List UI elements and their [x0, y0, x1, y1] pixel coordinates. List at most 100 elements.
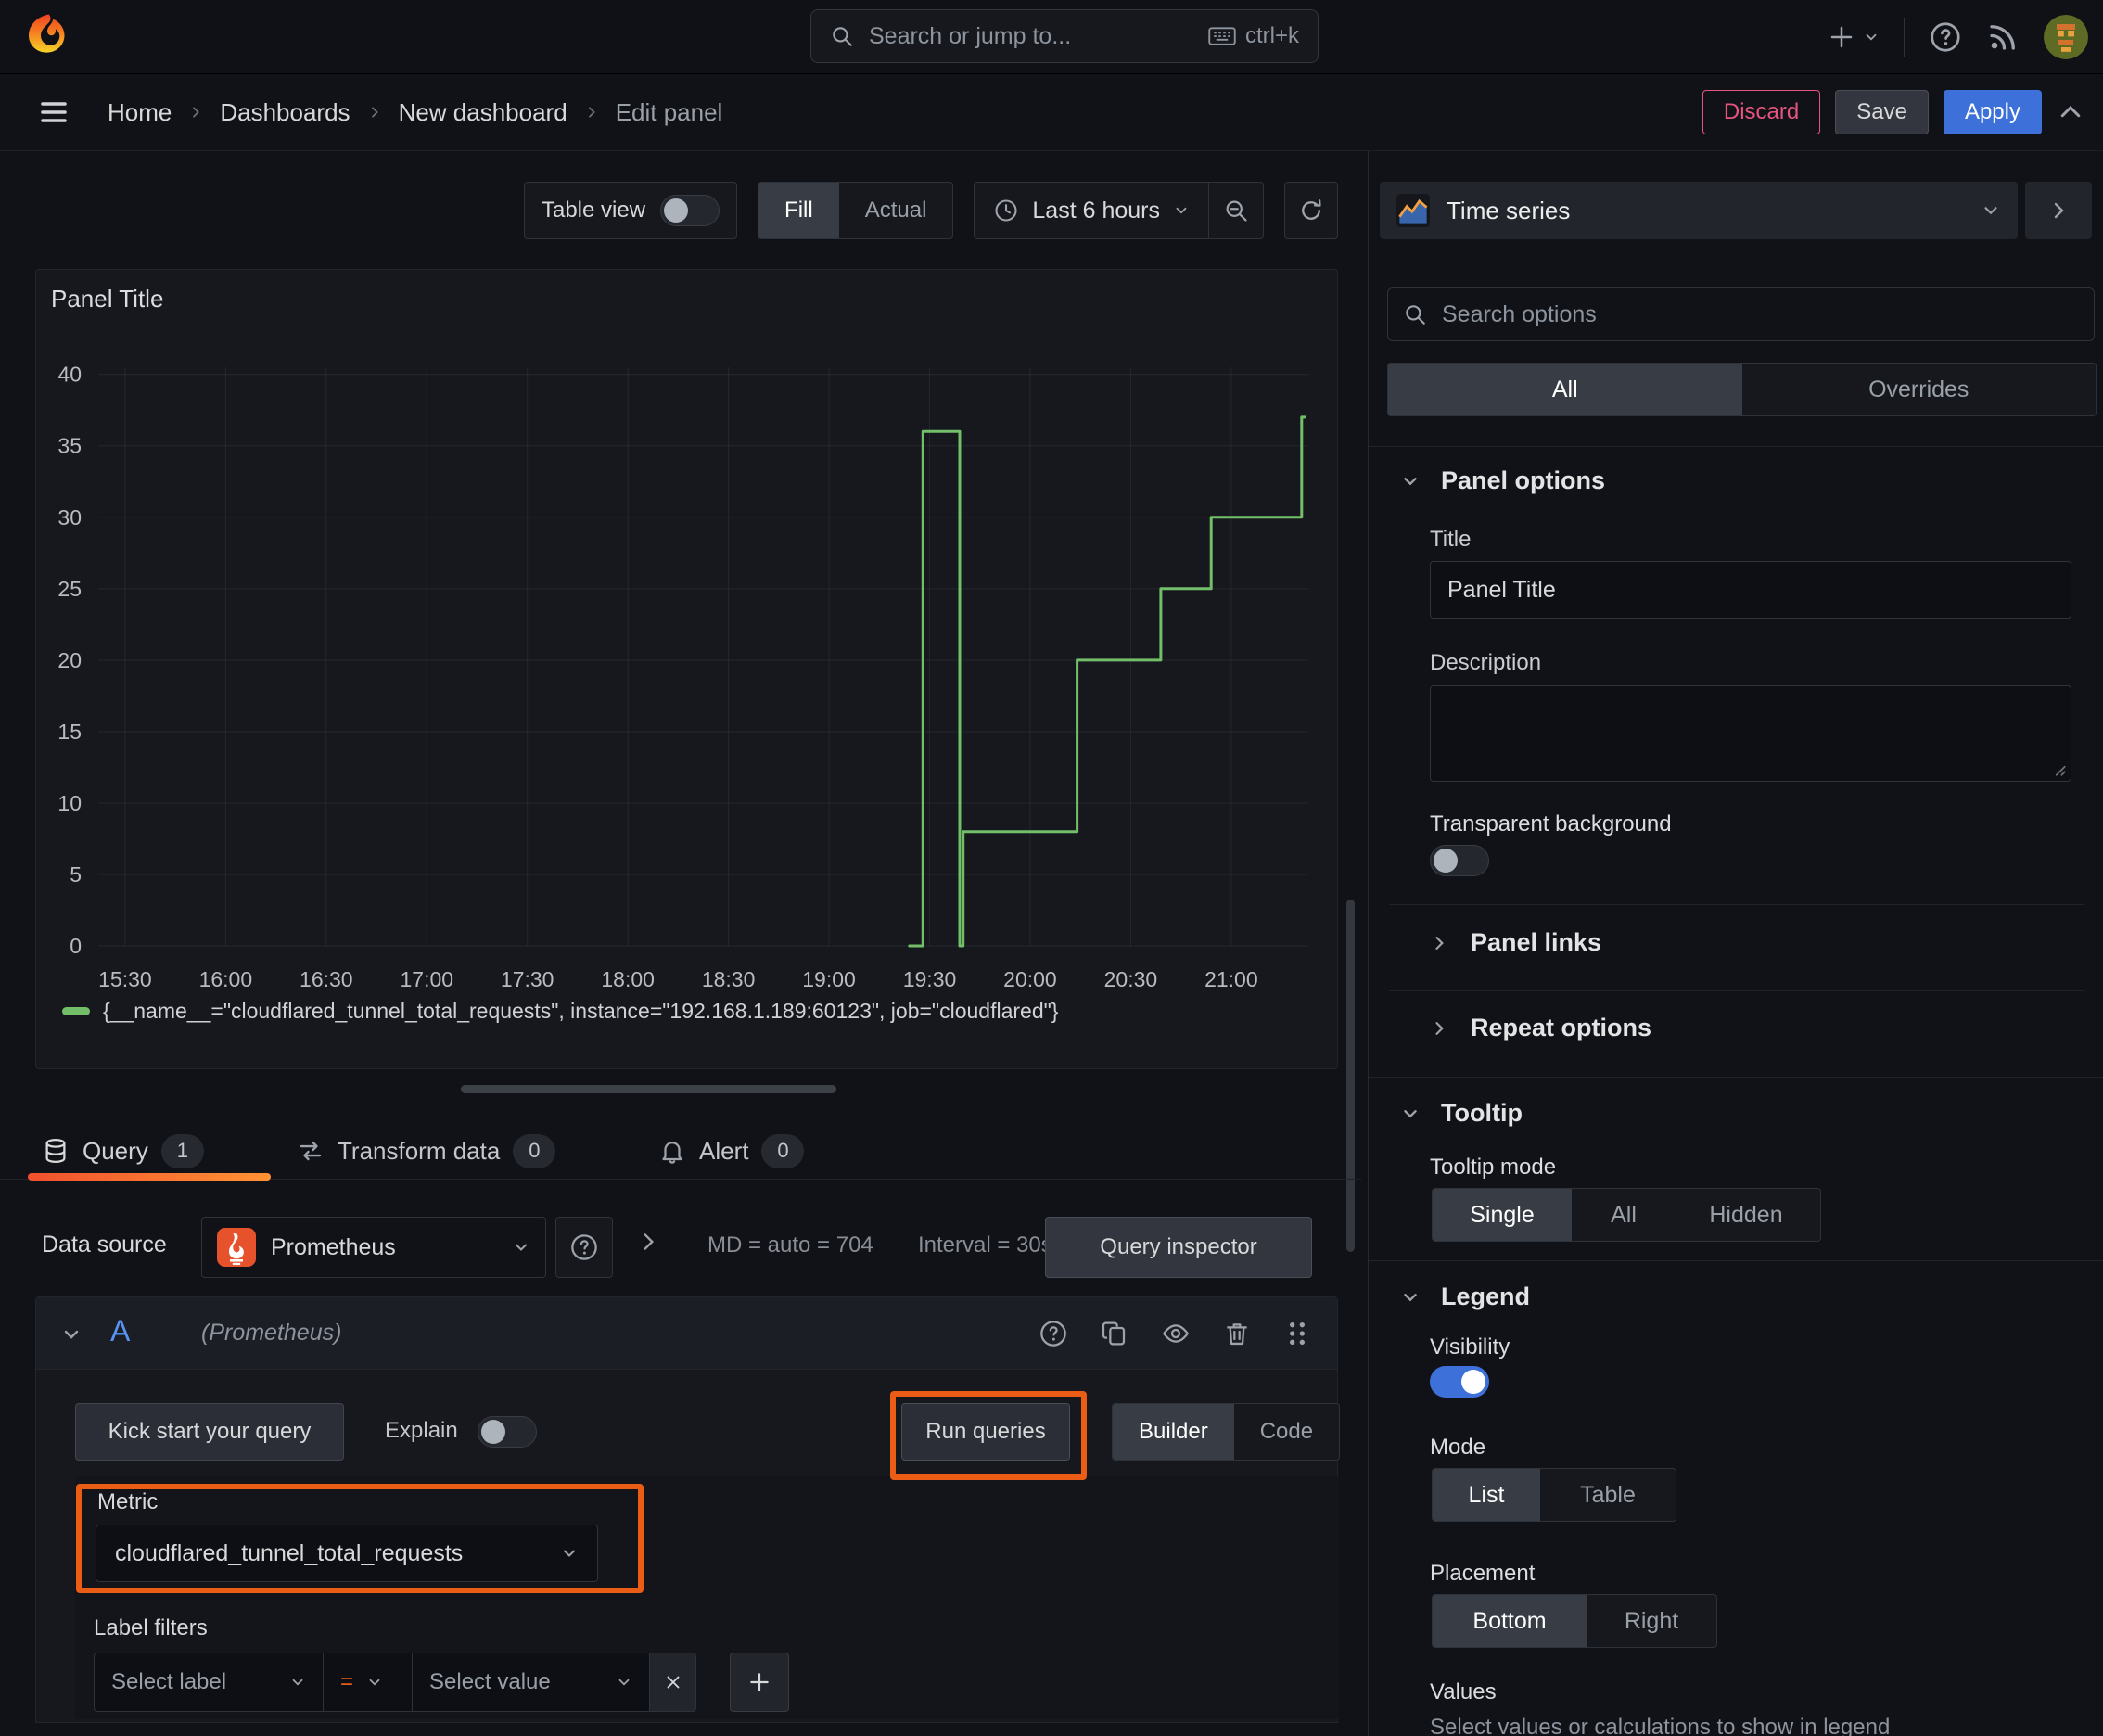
time-series-chart[interactable]: 0 5 10 15 20 25 30 35 40 15:30 16:00 16:30 17:00 17:3… — [36, 326, 1339, 989]
description-textarea[interactable] — [1430, 685, 2071, 782]
zoom-out-button[interactable] — [1209, 182, 1263, 239]
apply-button[interactable]: Apply — [1943, 90, 2042, 134]
menu-icon[interactable] — [37, 96, 70, 129]
metric-select[interactable]: cloudflared_tunnel_total_requests — [96, 1525, 598, 1582]
breadcrumb-new-dashboard[interactable]: New dashboard — [399, 98, 567, 127]
refresh-button[interactable] — [1284, 182, 1338, 239]
panel-title-input[interactable] — [1430, 561, 2071, 619]
tooltip-all-option[interactable]: All — [1572, 1189, 1676, 1241]
query-row-actions — [1039, 1297, 1311, 1370]
panel-links-heading: Panel links — [1471, 928, 1602, 956]
options-search-input[interactable] — [1440, 300, 2079, 329]
legend-series-label[interactable]: {__name__="cloudflared_tunnel_total_requ… — [103, 999, 1058, 1024]
news-icon[interactable] — [1986, 20, 2020, 54]
save-button[interactable]: Save — [1835, 90, 1929, 134]
tab-transform[interactable]: Transform data 0 — [297, 1122, 556, 1180]
builder-option[interactable]: Builder — [1113, 1404, 1234, 1460]
user-avatar[interactable] — [2044, 15, 2088, 59]
code-option[interactable]: Code — [1234, 1404, 1339, 1460]
legend-visibility-toggle[interactable] — [1430, 1366, 1489, 1398]
hide-response-icon[interactable] — [1161, 1319, 1191, 1348]
query-editor-card: A (Prometheus) Kick start your query Exp… — [35, 1296, 1341, 1723]
explain-toggle[interactable] — [478, 1416, 537, 1448]
panel-preview: Panel Title 0 5 10 15 20 25 30 35 40 15:30 16:00 16… — [35, 269, 1338, 1069]
discard-button[interactable]: Discard — [1702, 90, 1821, 134]
datasource-picker[interactable]: Prometheus — [201, 1217, 546, 1278]
collapse-query-icon[interactable] — [60, 1323, 83, 1346]
query-inspector-button[interactable]: Query inspector — [1045, 1217, 1312, 1278]
placement-right-option[interactable]: Right — [1587, 1595, 1716, 1647]
fill-option[interactable]: Fill — [758, 183, 839, 238]
query-row-header[interactable]: A (Prometheus) — [36, 1297, 1337, 1370]
select-label-text: Select label — [111, 1669, 227, 1694]
breadcrumb-edit-panel: Edit panel — [615, 97, 723, 126]
editor-tabs: Query 1 Transform data 0 Alert 0 — [0, 1122, 1361, 1181]
query-ref-id[interactable]: A — [110, 1314, 130, 1348]
query-tools-row: Kick start your query Explain Run querie… — [36, 1403, 1341, 1461]
grafana-logo-icon[interactable] — [22, 11, 74, 63]
actual-option[interactable]: Actual — [839, 183, 953, 238]
select-value-dropdown[interactable]: Select value — [413, 1653, 650, 1712]
svg-text:18:00: 18:00 — [601, 967, 655, 989]
search-icon — [833, 27, 852, 46]
visualization-name: Time series — [1447, 196, 1571, 224]
svg-text:15:30: 15:30 — [98, 967, 152, 989]
select-label-dropdown[interactable]: Select label — [94, 1653, 324, 1712]
search-input[interactable] — [867, 21, 1195, 51]
datasource-help-button[interactable] — [555, 1217, 613, 1278]
resize-corner-icon[interactable] — [2050, 760, 2067, 777]
scrollbar-thumb[interactable] — [1346, 900, 1355, 1252]
tooltip-section[interactable]: Tooltip — [1400, 1099, 1523, 1128]
help-circle-icon — [571, 1234, 597, 1260]
tab-alert-label: Alert — [699, 1136, 749, 1165]
svg-text:5: 5 — [70, 862, 82, 887]
panel-options-section[interactable]: Panel options — [1400, 466, 1605, 495]
bell-icon — [662, 1142, 682, 1164]
tab-alert[interactable]: Alert 0 — [658, 1122, 805, 1180]
prometheus-icon — [217, 1228, 256, 1267]
tab-query[interactable]: Query 1 — [42, 1122, 204, 1180]
help-icon[interactable] — [1929, 20, 1962, 54]
drag-handle-icon[interactable] — [1283, 1319, 1311, 1348]
legend-series-swatch[interactable] — [62, 1007, 90, 1015]
pane-resize-handle[interactable] — [461, 1085, 836, 1093]
visualization-picker[interactable]: Time series — [1380, 182, 2018, 239]
duplicate-query-icon[interactable] — [1100, 1319, 1129, 1348]
operator-dropdown[interactable]: = — [324, 1653, 413, 1712]
add-filter-button[interactable] — [730, 1653, 789, 1712]
transparent-bg-toggle[interactable] — [1430, 845, 1489, 876]
legend-list-option[interactable]: List — [1433, 1469, 1540, 1521]
label-filter-row: Select label = Select value — [94, 1653, 789, 1712]
time-range-picker[interactable]: Last 6 hours — [975, 198, 1208, 224]
table-view-toggle[interactable] — [660, 195, 720, 226]
transparent-bg-label: Transparent background — [1430, 811, 1672, 836]
chevron-up-icon[interactable] — [2057, 98, 2084, 126]
expand-row-icon[interactable] — [636, 1230, 660, 1254]
kick-start-button[interactable]: Kick start your query — [75, 1403, 344, 1461]
tab-overrides[interactable]: Overrides — [1742, 364, 2097, 415]
add-menu-button[interactable] — [1828, 23, 1880, 51]
run-queries-button[interactable]: Run queries — [901, 1403, 1070, 1461]
shortcut-label: ctrl+k — [1244, 23, 1299, 48]
repeat-options-section[interactable]: Repeat options — [1430, 1014, 1651, 1042]
legend-placement-segment: Bottom Right — [1432, 1594, 1717, 1648]
remove-filter-button[interactable] — [650, 1653, 696, 1712]
chevron-down-icon — [1866, 33, 1877, 41]
active-tab-indicator — [28, 1173, 271, 1181]
builder-code-segment: Builder Code — [1112, 1403, 1341, 1461]
svg-text:18:30: 18:30 — [702, 967, 756, 989]
legend-section[interactable]: Legend — [1400, 1283, 1530, 1311]
delete-query-icon[interactable] — [1222, 1319, 1252, 1348]
tooltip-single-option[interactable]: Single — [1433, 1189, 1572, 1241]
panel-links-section[interactable]: Panel links — [1430, 928, 1601, 957]
query-help-icon[interactable] — [1039, 1319, 1068, 1348]
tooltip-hidden-option[interactable]: Hidden — [1676, 1189, 1816, 1241]
tab-all[interactable]: All — [1388, 364, 1742, 415]
placement-bottom-option[interactable]: Bottom — [1433, 1595, 1587, 1647]
chart-legend: {__name__="cloudflared_tunnel_total_requ… — [62, 999, 1058, 1024]
breadcrumb-home[interactable]: Home — [108, 98, 172, 127]
legend-heading: Legend — [1441, 1283, 1531, 1310]
collapse-sidebar-button[interactable] — [2025, 182, 2092, 239]
breadcrumb-dashboards[interactable]: Dashboards — [220, 98, 350, 127]
legend-table-option[interactable]: Table — [1540, 1469, 1676, 1521]
